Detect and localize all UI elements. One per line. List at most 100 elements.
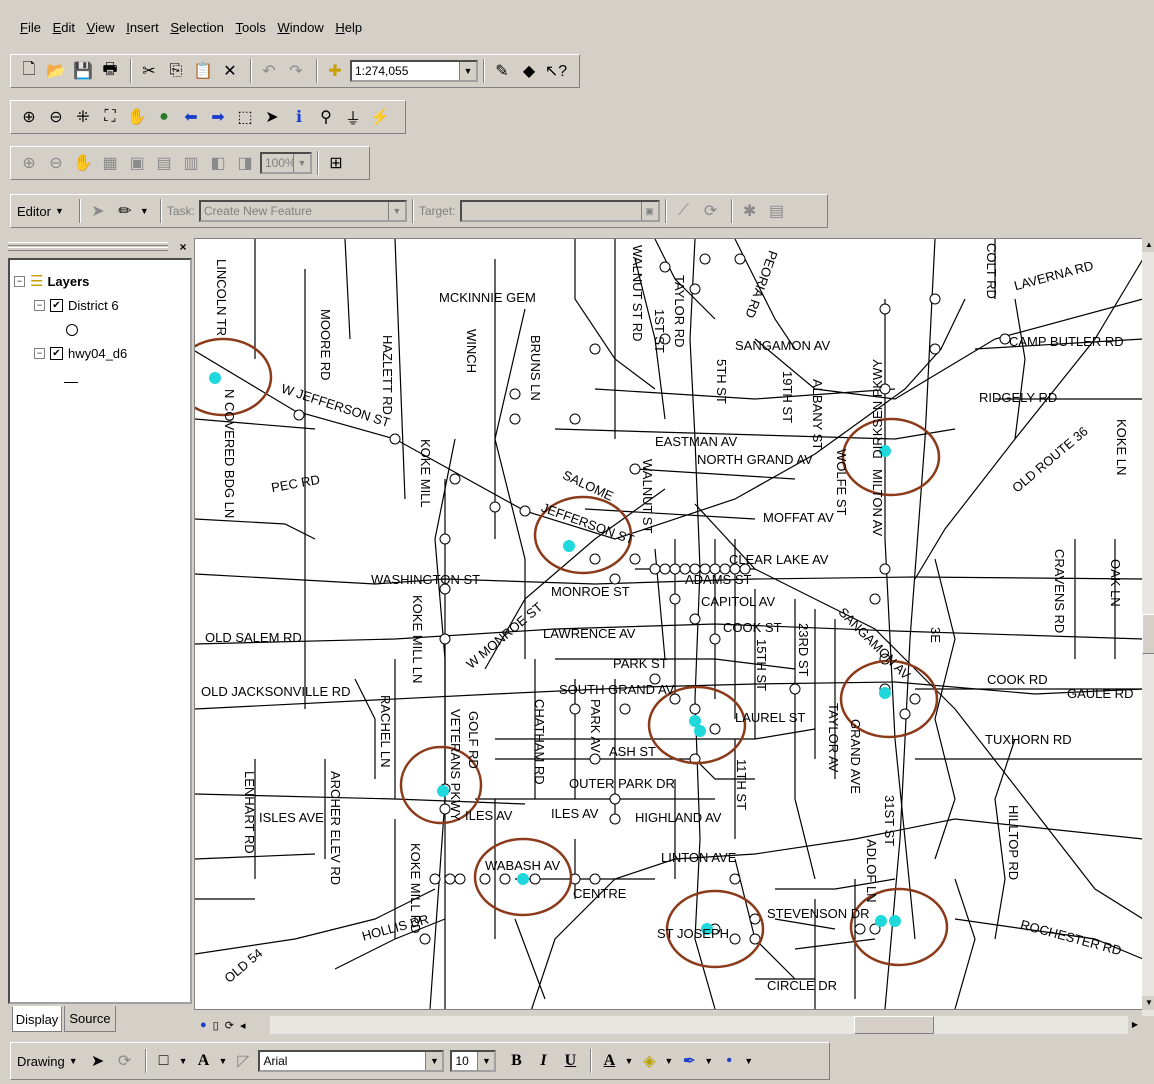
menu-insert[interactable]: Insert bbox=[122, 14, 163, 35]
find-binoculars-icon[interactable]: ⚲ bbox=[314, 105, 338, 129]
full-extent-globe-icon[interactable]: ● bbox=[152, 105, 176, 129]
undo-icon[interactable]: ↶ bbox=[257, 59, 281, 83]
menu-tools[interactable]: Tools bbox=[231, 14, 269, 35]
collapse-icon[interactable]: − bbox=[34, 300, 45, 311]
pause-drawing-icon[interactable]: ◂ bbox=[240, 1019, 246, 1032]
pan-hand-icon[interactable]: ✋ bbox=[125, 105, 149, 129]
rotate-tool-icon[interactable]: ⟳ bbox=[699, 199, 723, 223]
new-text-icon[interactable]: A bbox=[192, 1049, 216, 1073]
scrollbar-thumb[interactable] bbox=[1142, 614, 1154, 654]
map-vertical-scrollbar[interactable]: ▲ ▼ bbox=[1142, 238, 1154, 1016]
target-combo[interactable]: ▣ bbox=[459, 200, 660, 222]
fixed-zoom-in-icon[interactable]: ⁜ bbox=[71, 105, 95, 129]
layout-pan-icon[interactable]: ✋ bbox=[71, 151, 95, 175]
refresh-icon[interactable]: ⟳ bbox=[225, 1019, 234, 1032]
map-scale-combo[interactable]: 1:274,055 ▼ bbox=[350, 60, 478, 82]
line-color-pen-icon[interactable]: ✒ bbox=[677, 1049, 701, 1073]
cut-icon[interactable]: ✂ bbox=[137, 59, 161, 83]
fixed-layout-zoom-out-icon[interactable]: ▥ bbox=[179, 151, 203, 175]
fill-color-bucket-icon[interactable]: ◈ bbox=[637, 1049, 661, 1073]
menu-view[interactable]: View bbox=[83, 14, 119, 35]
select-features-icon[interactable]: ⬚ bbox=[233, 105, 257, 129]
rotate-icon[interactable]: ⟳ bbox=[113, 1049, 137, 1073]
editor-menu[interactable]: Editor bbox=[17, 204, 51, 219]
map-horizontal-scrollbar[interactable]: ▶ bbox=[270, 1016, 1142, 1034]
scroll-up-icon[interactable]: ▲ bbox=[1142, 238, 1154, 252]
marker-color-icon[interactable]: • bbox=[717, 1049, 741, 1073]
back-arrow-icon[interactable]: ⬅ bbox=[179, 105, 203, 129]
layout-zoom-out-icon[interactable]: ⊖ bbox=[44, 151, 68, 175]
identify-icon[interactable]: ℹ bbox=[287, 105, 311, 129]
arctoolbox-icon[interactable]: ◆ bbox=[517, 59, 541, 83]
fixed-layout-zoom-in-icon[interactable]: ▤ bbox=[152, 151, 176, 175]
forward-arrow-icon[interactable]: ➡ bbox=[206, 105, 230, 129]
whats-this-help-icon[interactable]: ↖? bbox=[544, 59, 568, 83]
copy-icon[interactable]: ⎘ bbox=[164, 59, 188, 83]
bold-button[interactable]: B bbox=[504, 1049, 528, 1073]
new-document-icon[interactable]: 🗋 bbox=[17, 59, 41, 83]
collapse-layers-icon[interactable]: − bbox=[14, 275, 25, 287]
zoom-in-icon[interactable]: ⊕ bbox=[17, 105, 41, 129]
select-elements-arrow-icon[interactable]: ➤ bbox=[86, 1049, 110, 1073]
zoom-whole-page-icon[interactable]: ▦ bbox=[98, 151, 122, 175]
delete-icon[interactable]: ✕ bbox=[218, 59, 242, 83]
map-display[interactable]: LINCOLN TR MOORE RD HAZLETT RD WINCH MCK… bbox=[194, 238, 1144, 1010]
hyperlink-lightning-icon[interactable]: ⚡ bbox=[368, 105, 392, 129]
chevron-down-icon[interactable]: ▼ bbox=[624, 1056, 633, 1066]
print-icon[interactable]: 🖶 bbox=[98, 59, 122, 83]
underline-button[interactable]: U bbox=[558, 1049, 582, 1073]
split-tool-icon[interactable]: ⟋ bbox=[672, 199, 696, 223]
menu-file[interactable]: File bbox=[16, 14, 45, 35]
chevron-down-icon[interactable]: ▼ bbox=[704, 1056, 713, 1066]
layer-name[interactable]: District 6 bbox=[68, 298, 119, 313]
tab-display[interactable]: Display bbox=[12, 1006, 62, 1032]
font-color-icon[interactable]: A bbox=[597, 1049, 621, 1073]
toggle-draft-mode-icon[interactable]: ⊞ bbox=[324, 151, 348, 175]
layout-forward-icon[interactable]: ◨ bbox=[233, 151, 257, 175]
layer-visibility-checkbox[interactable]: ✔ bbox=[50, 347, 63, 360]
font-combo[interactable]: Arial ▼ bbox=[258, 1050, 445, 1072]
layers-root-label[interactable]: Layers bbox=[47, 274, 89, 289]
font-size-combo[interactable]: 10 ▼ bbox=[450, 1050, 497, 1072]
zoom-100-icon[interactable]: ▣ bbox=[125, 151, 149, 175]
paste-icon[interactable]: 📋 bbox=[191, 59, 215, 83]
save-icon[interactable]: 💾 bbox=[71, 59, 95, 83]
sketch-properties-icon[interactable]: ✱ bbox=[738, 199, 762, 223]
scrollbar-thumb[interactable] bbox=[854, 1016, 934, 1034]
tab-source[interactable]: Source bbox=[64, 1006, 116, 1032]
chevron-down-icon[interactable]: ▼ bbox=[179, 1056, 188, 1066]
chevron-down-icon[interactable]: ▼ bbox=[219, 1056, 228, 1066]
chevron-down-icon[interactable]: ▼ bbox=[664, 1056, 673, 1066]
collapse-icon[interactable]: − bbox=[34, 348, 45, 359]
sketch-pencil-icon[interactable]: ✏ bbox=[113, 199, 137, 223]
layer-name[interactable]: hwy04_d6 bbox=[68, 346, 127, 361]
layout-zoom-in-icon[interactable]: ⊕ bbox=[17, 151, 41, 175]
menu-window[interactable]: Window bbox=[273, 14, 327, 35]
zoom-out-icon[interactable]: ⊖ bbox=[44, 105, 68, 129]
open-folder-icon[interactable]: 📂 bbox=[44, 59, 68, 83]
italic-button[interactable]: I bbox=[531, 1049, 555, 1073]
layout-zoom-combo[interactable]: 100% ▼ bbox=[260, 152, 312, 174]
attributes-icon[interactable]: ▤ bbox=[765, 199, 789, 223]
menu-help[interactable]: Help bbox=[331, 14, 366, 35]
fixed-zoom-out-icon[interactable]: ⛶ bbox=[98, 105, 122, 129]
chevron-down-icon[interactable]: ▼ bbox=[55, 206, 64, 216]
layout-view-page-icon[interactable]: ▯ bbox=[213, 1019, 219, 1032]
edit-vertices-icon[interactable]: ◸ bbox=[231, 1049, 255, 1073]
scroll-right-icon[interactable]: ▶ bbox=[1128, 1016, 1142, 1034]
measure-icon[interactable]: ⏚ bbox=[341, 105, 365, 129]
drawing-menu[interactable]: Drawing bbox=[17, 1054, 65, 1069]
select-elements-arrow-icon[interactable]: ➤ bbox=[260, 105, 284, 129]
toc-layer-hwy04[interactable]: − ✔ hwy04_d6 bbox=[34, 346, 127, 361]
editor-toolbar-icon[interactable]: ✎ bbox=[490, 59, 514, 83]
redo-icon[interactable]: ↷ bbox=[284, 59, 308, 83]
layout-back-icon[interactable]: ◧ bbox=[206, 151, 230, 175]
task-combo[interactable]: Create New Feature ▼ bbox=[198, 200, 407, 222]
scroll-down-icon[interactable]: ▼ bbox=[1142, 996, 1154, 1010]
toc-layer-district6[interactable]: − ✔ District 6 bbox=[34, 298, 119, 313]
edit-tool-arrow-icon[interactable]: ➤ bbox=[86, 199, 110, 223]
chevron-down-icon[interactable]: ▼ bbox=[744, 1056, 753, 1066]
chevron-down-icon[interactable]: ▼ bbox=[140, 206, 149, 216]
chevron-down-icon[interactable]: ▼ bbox=[69, 1056, 78, 1066]
menu-edit[interactable]: Edit bbox=[49, 14, 79, 35]
